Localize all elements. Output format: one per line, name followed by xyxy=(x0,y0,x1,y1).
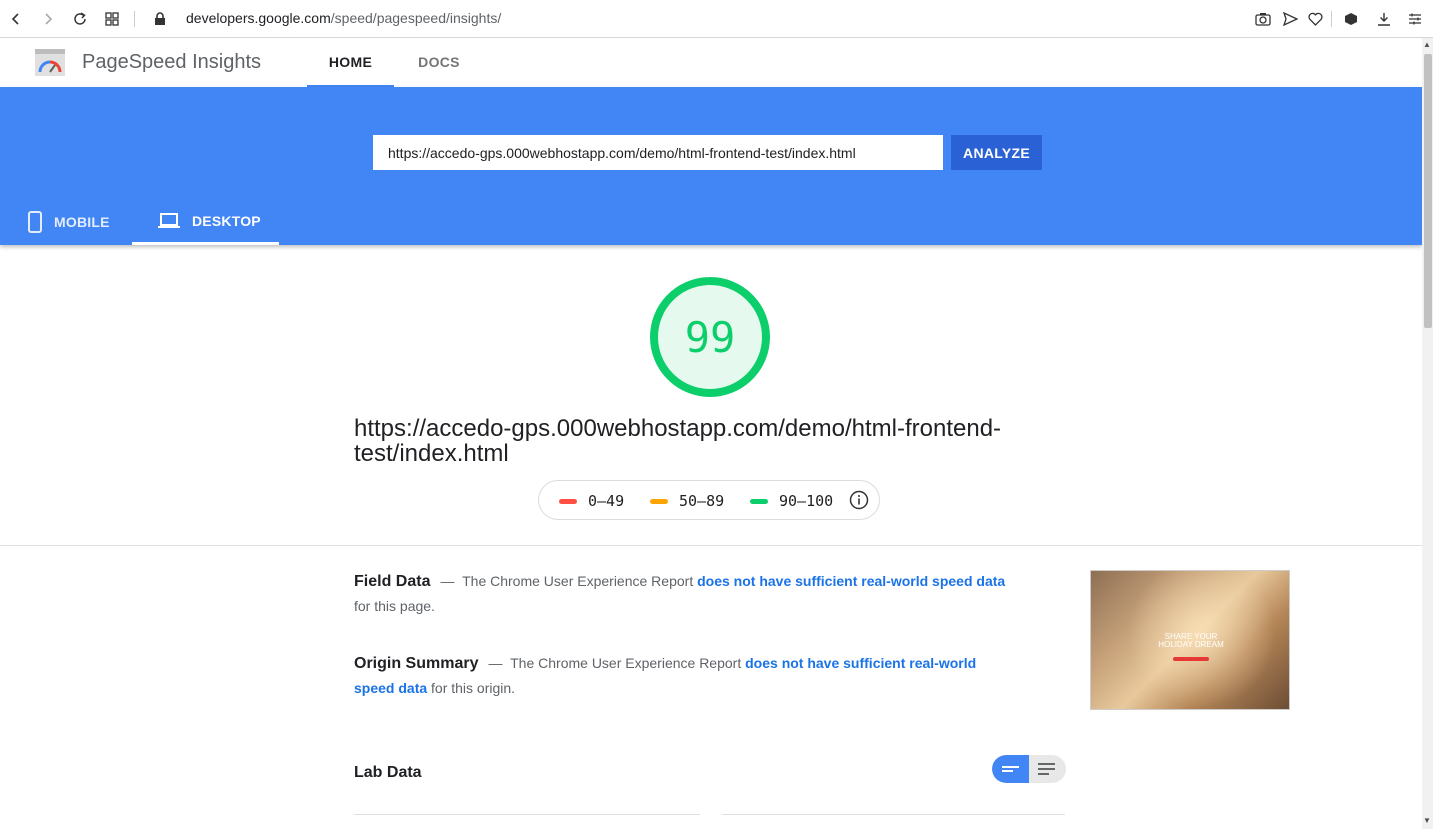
field-data-text-after: for this page. xyxy=(354,598,435,614)
tab-home[interactable]: HOME xyxy=(307,38,394,87)
address-bar[interactable]: developers.google.com/speed/pagespeed/in… xyxy=(186,10,501,26)
browser-toolbar: developers.google.com/speed/pagespeed/in… xyxy=(0,0,1433,38)
analyzed-url: https://accedo-gps.000webhostapp.com/dem… xyxy=(354,415,1002,467)
cube-icon[interactable] xyxy=(1341,9,1361,29)
section-divider xyxy=(0,545,1422,546)
toggle-compact-view[interactable] xyxy=(992,755,1029,783)
lab-metrics-divider-left xyxy=(354,814,700,815)
tab-docs[interactable]: DOCS xyxy=(394,38,484,87)
legend-fail-label: 0–49 xyxy=(588,492,625,510)
legend-pass: 90–100 xyxy=(750,492,833,510)
field-data-dash: — xyxy=(440,573,455,589)
tab-desktop-label: DESKTOP xyxy=(192,212,261,229)
thumbnail-headline: SHARE YOUR HOLIDAY DREAM xyxy=(1091,633,1289,649)
url-input[interactable] xyxy=(373,135,943,170)
lock-icon[interactable] xyxy=(150,9,170,29)
score-legend: 0–49 50–89 90–100 xyxy=(538,480,880,520)
analyze-hero: ANALYZE MOBILE DESKTOP xyxy=(0,87,1422,245)
thumbnail-headline-2: HOLIDAY DREAM xyxy=(1158,640,1224,649)
origin-summary-section: Origin Summary — The Chrome User Experien… xyxy=(354,651,1014,701)
smartphone-icon xyxy=(28,211,42,233)
heart-icon[interactable] xyxy=(1305,9,1325,29)
lab-data-title: Lab Data xyxy=(354,764,422,781)
legend-fail-swatch xyxy=(559,498,577,504)
address-path: /speed/pagespeed/insights/ xyxy=(330,10,502,26)
expanded-list-icon[interactable] xyxy=(1038,763,1055,775)
toolbar-divider xyxy=(1331,11,1332,27)
field-data-title: Field Data xyxy=(354,573,431,590)
tab-mobile[interactable]: MOBILE xyxy=(0,199,132,245)
field-data-link[interactable]: does not have sufficient real-world spee… xyxy=(697,573,1005,589)
origin-summary-text-after: for this origin. xyxy=(431,680,516,696)
origin-summary-title: Origin Summary xyxy=(354,655,479,672)
reload-icon[interactable] xyxy=(70,9,90,29)
scroll-down-icon[interactable]: ▼ xyxy=(1423,816,1431,825)
tab-desktop[interactable]: DESKTOP xyxy=(132,199,279,245)
toolbar-divider xyxy=(134,11,135,27)
send-icon[interactable] xyxy=(1280,9,1300,29)
field-data-text: The Chrome User Experience Report xyxy=(462,573,694,589)
back-icon[interactable] xyxy=(6,9,26,29)
compact-list-icon xyxy=(1002,766,1019,772)
tab-mobile-label: MOBILE xyxy=(54,214,110,230)
metrics-view-toggle[interactable] xyxy=(992,755,1066,783)
address-host: developers.google.com xyxy=(186,10,331,26)
laptop-icon xyxy=(158,212,180,228)
origin-summary-dash: — xyxy=(488,655,503,671)
download-icon[interactable] xyxy=(1374,9,1394,29)
info-icon[interactable] xyxy=(849,490,869,515)
legend-pass-label: 90–100 xyxy=(779,492,834,510)
analyze-button[interactable]: ANALYZE xyxy=(951,135,1042,170)
app-header: PageSpeed Insights HOME DOCS xyxy=(0,38,1422,87)
menu-icon[interactable] xyxy=(1405,9,1425,29)
lab-metrics-divider-right xyxy=(722,814,1065,815)
page-screenshot-thumbnail: SHARE YOUR HOLIDAY DREAM xyxy=(1090,570,1290,710)
origin-summary-text: The Chrome User Experience Report xyxy=(510,655,742,671)
speed-dial-icon[interactable] xyxy=(102,9,122,29)
forward-icon[interactable] xyxy=(38,9,58,29)
legend-average: 50–89 xyxy=(650,492,724,510)
legend-average-swatch xyxy=(650,498,668,504)
scrollbar-thumb[interactable] xyxy=(1424,54,1432,328)
camera-icon[interactable] xyxy=(1253,9,1273,29)
field-data-section: Field Data — The Chrome User Experience R… xyxy=(354,569,1014,619)
legend-pass-swatch xyxy=(750,498,768,504)
scroll-up-icon[interactable]: ▲ xyxy=(1423,40,1431,49)
app-title: PageSpeed Insights xyxy=(82,51,262,73)
performance-score: 99 xyxy=(684,313,736,362)
thumbnail-cta-button xyxy=(1173,657,1209,661)
legend-average-label: 50–89 xyxy=(679,492,725,510)
pagespeed-logo-icon xyxy=(35,49,65,76)
legend-fail: 0–49 xyxy=(559,492,624,510)
